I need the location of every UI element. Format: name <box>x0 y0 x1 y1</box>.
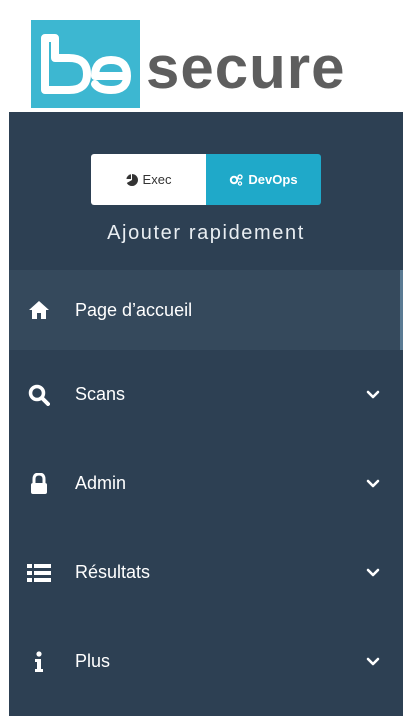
brand-header: secure <box>0 0 403 112</box>
list-icon <box>27 561 51 585</box>
brand-logo-mark[interactable] <box>31 20 140 108</box>
sidebar: Exec DevOps Ajouter rapidement Page d’ac… <box>9 112 403 716</box>
sidebar-item-label: Admin <box>75 473 127 493</box>
sidebar-item-label: Page d’accueil <box>75 299 193 320</box>
devops-toggle-label: DevOps <box>248 172 298 187</box>
exec-toggle-label: Exec <box>142 172 172 187</box>
sidebar-item-home[interactable]: Page d’accueil <box>9 270 403 350</box>
be-letters-icon <box>41 34 131 94</box>
chevron-down-icon[interactable] <box>365 565 381 581</box>
sidebar-item-label: Résultats <box>75 562 151 582</box>
sidebar-item-scans[interactable]: Scans <box>9 350 403 439</box>
gears-icon <box>230 173 244 186</box>
lock-icon <box>27 472 51 496</box>
quick-add-link[interactable]: Ajouter rapidement <box>9 222 403 245</box>
brand-logo-text: secure <box>146 34 346 101</box>
home-icon <box>27 298 51 322</box>
sidebar-item-admin[interactable]: Admin <box>9 439 403 528</box>
sidebar-item-more[interactable]: Plus <box>9 617 403 706</box>
info-icon <box>27 650 51 674</box>
search-icon <box>27 383 51 407</box>
pie-chart-icon <box>125 173 138 186</box>
sidebar-item-label: Plus <box>75 651 111 671</box>
sidebar-item-results[interactable]: Résultats <box>9 528 403 617</box>
chevron-down-icon[interactable] <box>365 387 381 403</box>
devops-toggle-button[interactable]: DevOps <box>206 154 321 205</box>
exec-toggle-button[interactable]: Exec <box>91 154 206 205</box>
sidebar-nav: Page d’accueil Scans Admin Résultats Plu… <box>9 270 403 706</box>
sidebar-item-label: Scans <box>75 384 126 404</box>
view-toggle: Exec DevOps <box>91 154 321 205</box>
chevron-down-icon[interactable] <box>365 476 381 492</box>
chevron-down-icon[interactable] <box>365 654 381 670</box>
